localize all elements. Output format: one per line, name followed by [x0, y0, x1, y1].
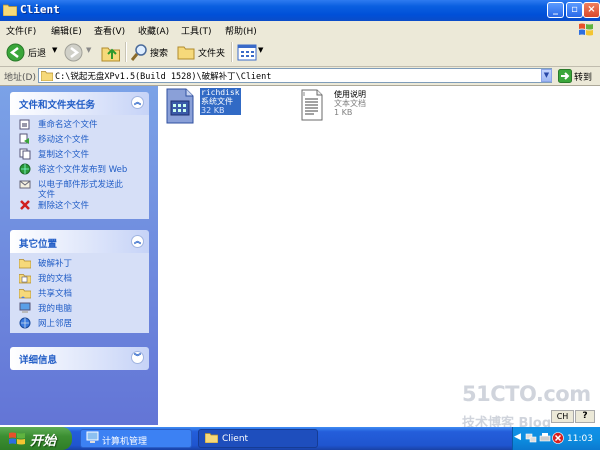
- folder-icon: [3, 4, 17, 16]
- task-delete[interactable]: 删除这个文件: [38, 199, 89, 211]
- network-places-icon: [19, 317, 31, 329]
- forward-dropdown-icon[interactable]: ▼: [86, 46, 91, 54]
- file-list-area[interactable]: [158, 86, 600, 425]
- place-crack-patch[interactable]: 破解补丁: [38, 257, 72, 269]
- file-type: 文本文档: [334, 99, 366, 108]
- my-computer-icon: [19, 302, 31, 313]
- toolbar-separator: [125, 42, 127, 62]
- delete-icon: [20, 200, 30, 210]
- menu-tools[interactable]: 工具(T): [181, 24, 212, 37]
- back-label[interactable]: 后退: [28, 46, 46, 59]
- task-copy[interactable]: 复制这个文件: [38, 148, 89, 160]
- text-document-icon[interactable]: [301, 89, 323, 121]
- computer-management-icon: [86, 431, 99, 443]
- email-icon: [19, 180, 31, 189]
- window-title: Client: [20, 3, 60, 16]
- move-icon: [19, 133, 29, 144]
- publish-web-icon: [19, 163, 31, 175]
- folders-button-label[interactable]: 文件夹: [198, 46, 225, 59]
- menu-file[interactable]: 文件(F): [6, 24, 36, 37]
- clock: 11:03: [567, 434, 593, 444]
- taskbar-button-label[interactable]: 计算机管理: [102, 434, 147, 447]
- help-icon[interactable]: ?: [575, 410, 595, 423]
- back-arrow-icon[interactable]: [6, 43, 25, 62]
- search-button-label[interactable]: 搜索: [150, 46, 168, 59]
- minimize-button[interactable]: _: [547, 2, 564, 18]
- address-path[interactable]: C:\锐起无盘XPv1.5(Build 1528)\破解补丁\Client: [55, 70, 271, 82]
- collapse-chevron-icon[interactable]: ︽: [131, 235, 144, 248]
- file-label-selected[interactable]: richdisk 系统文件 32 KB: [200, 88, 241, 115]
- address-dropdown-icon[interactable]: ▼: [541, 69, 552, 82]
- folder-icon: [41, 71, 53, 81]
- place-my-documents[interactable]: 我的文档: [38, 272, 72, 284]
- address-label: 地址(D): [4, 73, 36, 83]
- file-size: 1 KB: [334, 108, 353, 117]
- file-size: 32 KB: [201, 106, 225, 115]
- taskbar-button-label[interactable]: Client: [222, 434, 248, 444]
- file-type: 系统文件: [201, 97, 233, 106]
- view-dropdown-icon[interactable]: ▼: [258, 46, 263, 54]
- place-network[interactable]: 网上邻居: [38, 317, 72, 329]
- windows-logo-icon: [579, 23, 593, 36]
- menu-edit[interactable]: 编辑(E): [51, 24, 82, 37]
- title-bar[interactable]: [0, 0, 600, 21]
- other-places-title[interactable]: 其它位置: [19, 236, 57, 250]
- shared-documents-icon: [19, 289, 31, 299]
- menu-favorites[interactable]: 收藏(A): [138, 24, 169, 37]
- task-publish-web[interactable]: 将这个文件发布到 Web: [38, 163, 127, 175]
- network-tray-icon[interactable]: [525, 432, 537, 444]
- maximize-button[interactable]: ▫: [566, 2, 583, 18]
- file-name[interactable]: 使用说明: [334, 90, 366, 99]
- start-label[interactable]: 开始: [30, 430, 56, 449]
- details-title[interactable]: 详细信息: [19, 352, 57, 366]
- toolbar-separator: [231, 42, 233, 62]
- expand-chevron-icon[interactable]: ︾: [131, 351, 144, 364]
- place-my-computer[interactable]: 我的电脑: [38, 302, 72, 314]
- file-tasks-title[interactable]: 文件和文件夹任务: [19, 97, 95, 111]
- file-name: richdisk: [201, 88, 240, 97]
- menu-help[interactable]: 帮助(H): [225, 24, 257, 37]
- forward-arrow-icon[interactable]: [64, 43, 83, 62]
- back-dropdown-icon[interactable]: ▼: [52, 46, 57, 54]
- copy-icon: [19, 148, 31, 160]
- search-icon[interactable]: [131, 43, 148, 61]
- close-button[interactable]: ×: [583, 2, 600, 18]
- folders-icon[interactable]: [177, 44, 195, 60]
- security-alert-icon[interactable]: [552, 432, 564, 444]
- folder-icon: [205, 433, 218, 443]
- task-move[interactable]: 移动这个文件: [38, 133, 89, 145]
- place-shared-documents[interactable]: 共享文档: [38, 287, 72, 299]
- collapse-chevron-icon[interactable]: ︽: [131, 96, 144, 109]
- rename-icon: [19, 119, 30, 130]
- up-folder-icon[interactable]: [101, 43, 121, 62]
- tray-expand-icon[interactable]: ◀: [514, 432, 521, 442]
- watermark-logo: 51CTO.com: [462, 382, 591, 406]
- go-arrow-icon[interactable]: [558, 69, 572, 83]
- menu-bar: [0, 21, 600, 41]
- system-file-icon[interactable]: [165, 88, 195, 124]
- task-rename[interactable]: 重命名这个文件: [38, 118, 98, 130]
- go-label[interactable]: 转到: [574, 70, 592, 83]
- menu-view[interactable]: 查看(V): [94, 24, 125, 37]
- view-mode-icon[interactable]: [237, 44, 257, 61]
- language-indicator[interactable]: CH: [551, 410, 574, 423]
- my-documents-icon: [19, 274, 31, 284]
- windows-logo-icon[interactable]: [8, 431, 26, 446]
- folder-icon: [19, 259, 31, 269]
- printer-tray-icon[interactable]: [539, 432, 551, 444]
